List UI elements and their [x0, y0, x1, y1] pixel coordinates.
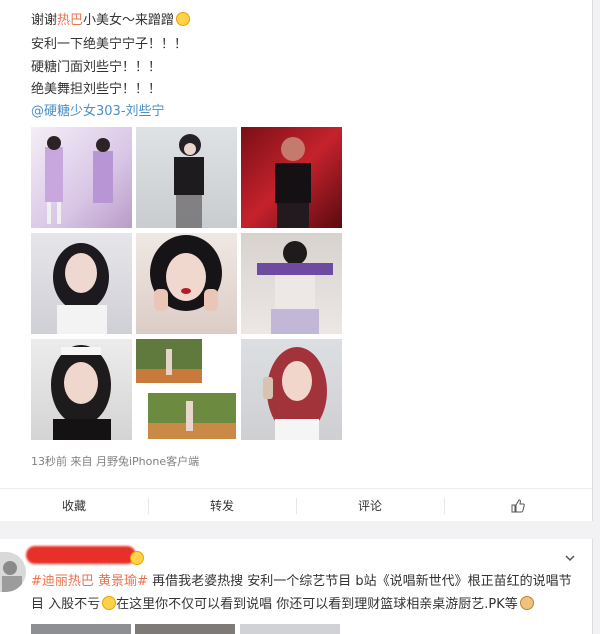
image-grid — [31, 127, 343, 440]
highlight-text: 热巴 — [57, 13, 84, 28]
comment-button[interactable]: 评论 — [296, 489, 444, 522]
emoji-icon — [176, 12, 191, 26]
action-bar: 收藏 转发 评论 — [0, 488, 592, 522]
cat-emoji-icon — [519, 596, 534, 610]
photo-preview[interactable] — [135, 624, 235, 634]
photo-7[interactable] — [31, 339, 132, 440]
thumbs-up-icon — [511, 498, 525, 512]
text-suffix: 小美女～来蹭蹭 — [83, 13, 175, 28]
emoji-icon — [102, 596, 117, 610]
emoji-icon — [130, 551, 144, 565]
photo-1[interactable] — [31, 127, 132, 228]
post-text-line-1: 谢谢热巴小美女～来蹭蹭 — [31, 12, 191, 30]
photo-8[interactable] — [136, 339, 237, 440]
photo-6[interactable] — [241, 233, 342, 334]
post-text-line-2: 安利一下绝美宁宁子！！！ — [31, 37, 188, 52]
post-text-line-4: 绝美舞担刘些宁！！！ — [31, 82, 162, 97]
post-card-1: 谢谢热巴小美女～来蹭蹭 安利一下绝美宁宁子！！！ 硬糖门面刘些宁！！！ 绝美舞担… — [0, 0, 593, 521]
mention-link[interactable]: @硬糖少女303-刘些宁 — [31, 103, 165, 121]
chevron-down-icon[interactable] — [564, 552, 576, 564]
collect-button[interactable]: 收藏 — [0, 489, 148, 522]
post2-text-line-1: #迪丽热巴 黄景瑜# 再借我老婆热搜 安利一个综艺节目 b站《说唱新世代》根正苗… — [31, 572, 572, 592]
topic-link[interactable]: #迪丽热巴 — [31, 574, 94, 589]
like-button[interactable] — [444, 489, 592, 522]
post2-text: 目 入股不亏 — [31, 597, 101, 612]
photo-3[interactable] — [241, 127, 342, 228]
photo-2[interactable] — [136, 127, 237, 228]
photo-4[interactable] — [31, 233, 132, 334]
post2-text-line-2: 目 入股不亏 在这里你不仅可以看到说唱 你还可以看到理财篮球相亲桌游厨艺.PK等 — [31, 595, 534, 615]
photo-preview[interactable] — [240, 624, 340, 634]
post2-text: 在这里你不仅可以看到说唱 你还可以看到理财篮球相亲桌游厨艺.PK等 — [116, 597, 518, 612]
topic-link[interactable]: 黄景瑜# — [98, 574, 148, 589]
repost-label: 转发 — [209, 499, 234, 513]
post-meta: 13秒前 来自 月野兔iPhone客户端 — [31, 455, 200, 468]
photo-5[interactable] — [136, 233, 237, 334]
collect-label: 收藏 — [61, 499, 86, 513]
redacted-username — [26, 546, 136, 564]
text-prefix: 谢谢 — [31, 13, 58, 28]
photo-9[interactable] — [241, 339, 342, 440]
post-text-line-3: 硬糖门面刘些宁！！！ — [31, 60, 162, 75]
comment-label: 评论 — [357, 499, 382, 513]
avatar[interactable] — [0, 552, 26, 592]
repost-button[interactable]: 转发 — [148, 489, 296, 522]
post2-text: 再借我老婆热搜 安利一个综艺节目 b站《说唱新世代》根正苗红的说唱节 — [152, 574, 572, 589]
post-card-2: #迪丽热巴 黄景瑜# 再借我老婆热搜 安利一个综艺节目 b站《说唱新世代》根正苗… — [0, 539, 593, 634]
photo-preview[interactable] — [31, 624, 131, 634]
